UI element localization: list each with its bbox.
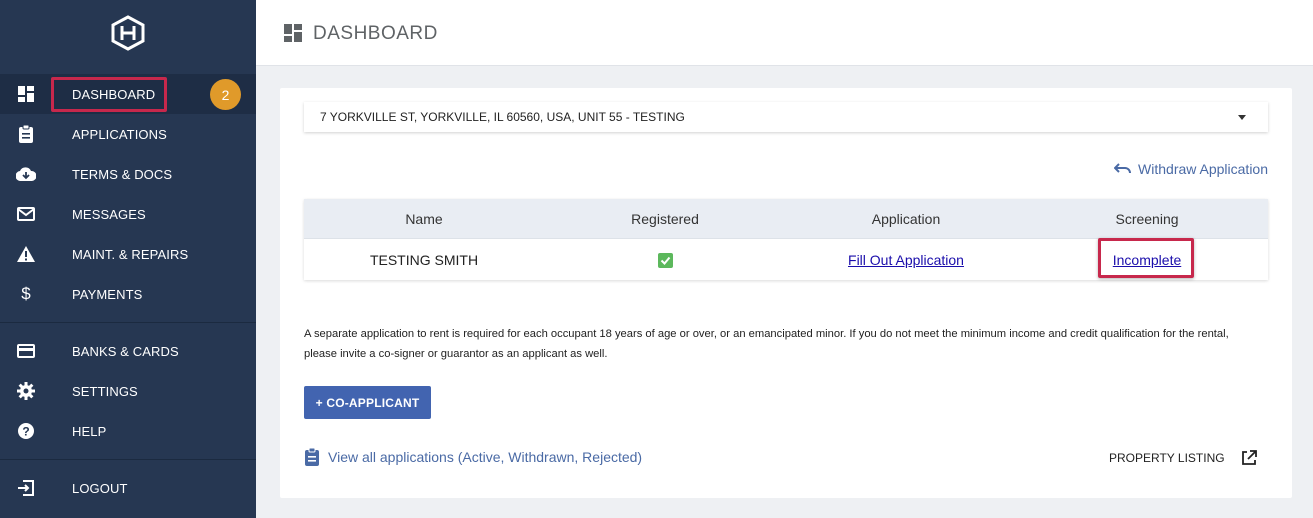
table-row: TESTING SMITH Fill Out Application Incom…	[304, 238, 1268, 280]
clipboard-icon	[16, 125, 36, 143]
applicants-section: Withdraw Application Name Registered App…	[304, 161, 1268, 280]
sidebar-item-messages[interactable]: MESSAGES	[0, 194, 256, 234]
warning-icon	[16, 245, 36, 263]
application-note: A separate application to rent is requir…	[304, 328, 1229, 360]
dashboard-card: 7 YORKVILLE ST, YORKVILLE, IL 60560, USA…	[280, 88, 1292, 498]
dashboard-icon	[16, 85, 36, 103]
column-header-application: Application	[871, 211, 941, 227]
logout-icon	[16, 479, 36, 497]
checkmark-icon	[658, 253, 673, 268]
top-header: DASHBOARD	[256, 0, 1313, 66]
column-header-name: Name	[405, 211, 443, 227]
property-listing-label: PROPERTY LISTING	[1109, 451, 1225, 465]
sidebar-item-label: MAINT. & REPAIRS	[72, 246, 189, 262]
sidebar-item-label: LOGOUT	[72, 480, 128, 496]
logo-icon	[111, 15, 145, 51]
sidebar-item-terms-docs[interactable]: TERMS & DOCS	[0, 154, 256, 194]
dashboard-icon	[284, 24, 302, 42]
table-header: Name Registered Application Screening	[304, 199, 1268, 239]
property-select[interactable]: 7 YORKVILLE ST, YORKVILLE, IL 60560, USA…	[304, 102, 1268, 132]
withdraw-label: Withdraw Application	[1138, 161, 1268, 177]
mail-icon	[16, 205, 36, 223]
property-listing-link[interactable]: PROPERTY LISTING	[1109, 450, 1257, 466]
notification-badge: 2	[210, 79, 241, 110]
sidebar-item-applications[interactable]: APPLICATIONS	[0, 114, 256, 154]
cloud-download-icon	[16, 165, 36, 183]
withdraw-application-link[interactable]: Withdraw Application	[1114, 161, 1268, 177]
page-title: DASHBOARD	[313, 23, 438, 44]
gear-icon	[16, 382, 36, 400]
screening-highlight	[1098, 238, 1194, 278]
sidebar-item-maint-repairs[interactable]: MAINT. & REPAIRS	[0, 234, 256, 274]
sidebar-item-label: PAYMENTS	[72, 286, 143, 302]
sidebar-divider	[0, 322, 256, 323]
sidebar-item-settings[interactable]: SETTINGS	[0, 371, 256, 411]
sidebar-item-label: TERMS & DOCS	[72, 166, 173, 182]
clipboard-icon	[305, 448, 319, 466]
view-all-label: View all applications (Active, Withdrawn…	[328, 449, 643, 465]
sidebar-item-banks-cards[interactable]: BANKS & CARDS	[0, 331, 256, 371]
applicants-table: Name Registered Application Screening TE…	[304, 199, 1268, 280]
svg-text:?: ?	[22, 425, 29, 439]
property-select-value: 7 YORKVILLE ST, YORKVILLE, IL 60560, USA…	[320, 110, 685, 124]
sidebar-item-label: SETTINGS	[72, 383, 138, 399]
applicant-name: TESTING SMITH	[369, 252, 479, 268]
sidebar: DASHBOARD 2 APPLICATIONS TERMS & DOCS ME…	[0, 0, 256, 518]
sidebar-item-logout[interactable]: LOGOUT	[0, 468, 256, 508]
dashboard-highlight	[51, 77, 167, 112]
dollar-icon: $	[21, 284, 31, 303]
help-icon: ?	[16, 422, 36, 440]
sidebar-item-label: HELP	[72, 423, 107, 439]
sidebar-divider	[0, 459, 256, 460]
column-header-registered: Registered	[631, 211, 699, 227]
add-co-applicant-button[interactable]: + CO-APPLICANT	[304, 386, 431, 419]
column-header-screening: Screening	[1115, 211, 1179, 227]
sidebar-item-payments[interactable]: $ PAYMENTS	[0, 274, 256, 314]
credit-card-icon	[16, 342, 36, 360]
sidebar-item-label: APPLICATIONS	[72, 126, 167, 142]
external-link-icon	[1241, 450, 1257, 465]
sidebar-item-help[interactable]: ? HELP	[0, 411, 256, 451]
view-all-applications-link[interactable]: View all applications (Active, Withdrawn…	[304, 448, 642, 466]
undo-icon	[1114, 163, 1132, 174]
fill-out-application-link[interactable]: Fill Out Application	[848, 252, 964, 268]
sidebar-item-label: BANKS & CARDS	[72, 343, 179, 359]
sidebar-item-label: MESSAGES	[72, 206, 146, 222]
chevron-down-icon	[1238, 115, 1246, 120]
